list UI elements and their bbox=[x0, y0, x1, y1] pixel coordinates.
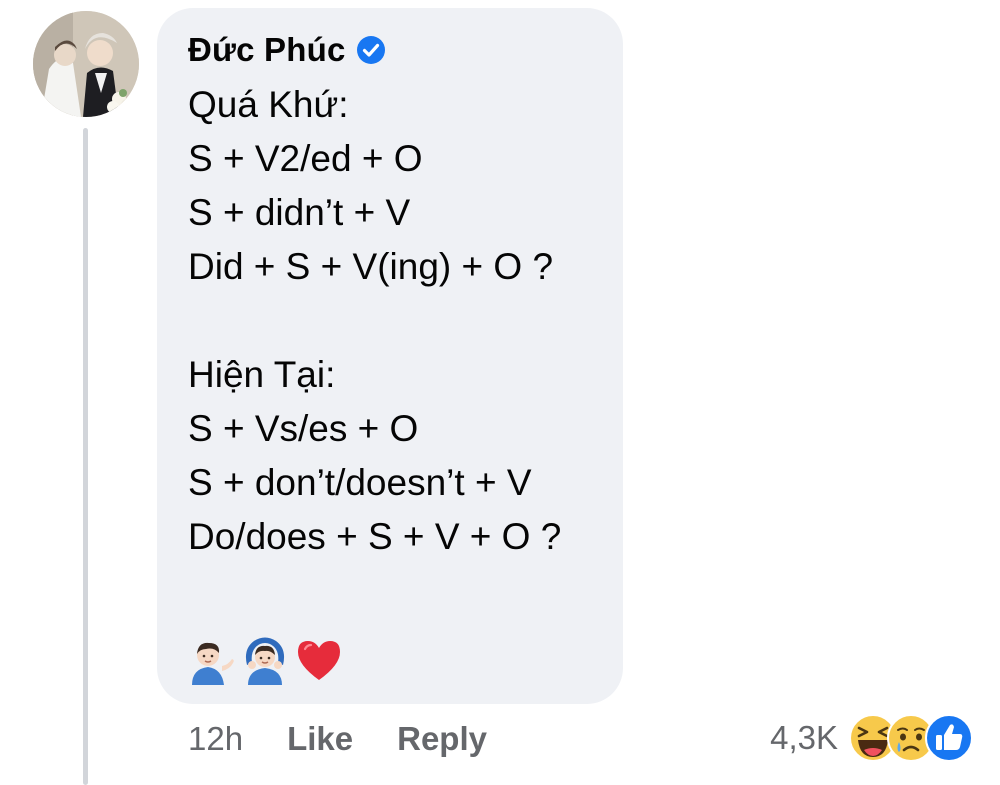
man-gesturing-ok-emoji bbox=[240, 635, 290, 685]
like-button[interactable]: Like bbox=[287, 720, 353, 758]
comment-timestamp[interactable]: 12h bbox=[188, 720, 243, 758]
thread-line bbox=[83, 128, 88, 785]
reaction-summary[interactable]: 4,3K bbox=[770, 712, 974, 764]
comment-line: Do/does + S + V + O ? bbox=[188, 516, 562, 557]
comment-line: S + didn’t + V bbox=[188, 192, 411, 233]
comment-line: S + Vs/es + O bbox=[188, 408, 419, 449]
verified-badge-icon bbox=[356, 35, 386, 65]
comment-line: Hiện Tại: bbox=[188, 354, 336, 395]
comment-line bbox=[188, 294, 608, 348]
comment-line: Quá Khứ: bbox=[188, 84, 349, 125]
red-heart-emoji bbox=[294, 635, 344, 685]
comment-line: S + don’t/doesn’t + V bbox=[188, 462, 532, 503]
comment-line: S + V2/ed + O bbox=[188, 138, 423, 179]
man-tipping-hand-emoji bbox=[186, 635, 236, 685]
comment-text: Quá Khứ: S + V2/ed + O S + didn’t + V Di… bbox=[188, 78, 608, 564]
reaction-icons bbox=[848, 713, 974, 763]
avatar-photo bbox=[33, 11, 139, 117]
comment-emoji-row bbox=[186, 632, 344, 688]
reaction-count: 4,3K bbox=[770, 719, 838, 756]
like-icon bbox=[925, 714, 973, 762]
comment-author-name[interactable]: Đức Phúc bbox=[188, 31, 346, 69]
comment-line: Did + S + V(ing) + O ? bbox=[188, 246, 554, 287]
avatar[interactable] bbox=[33, 11, 139, 117]
comment-author-row: Đức Phúc bbox=[188, 28, 386, 72]
reply-button[interactable]: Reply bbox=[397, 720, 487, 758]
comment-meta-row: 12h Like Reply bbox=[188, 714, 487, 764]
